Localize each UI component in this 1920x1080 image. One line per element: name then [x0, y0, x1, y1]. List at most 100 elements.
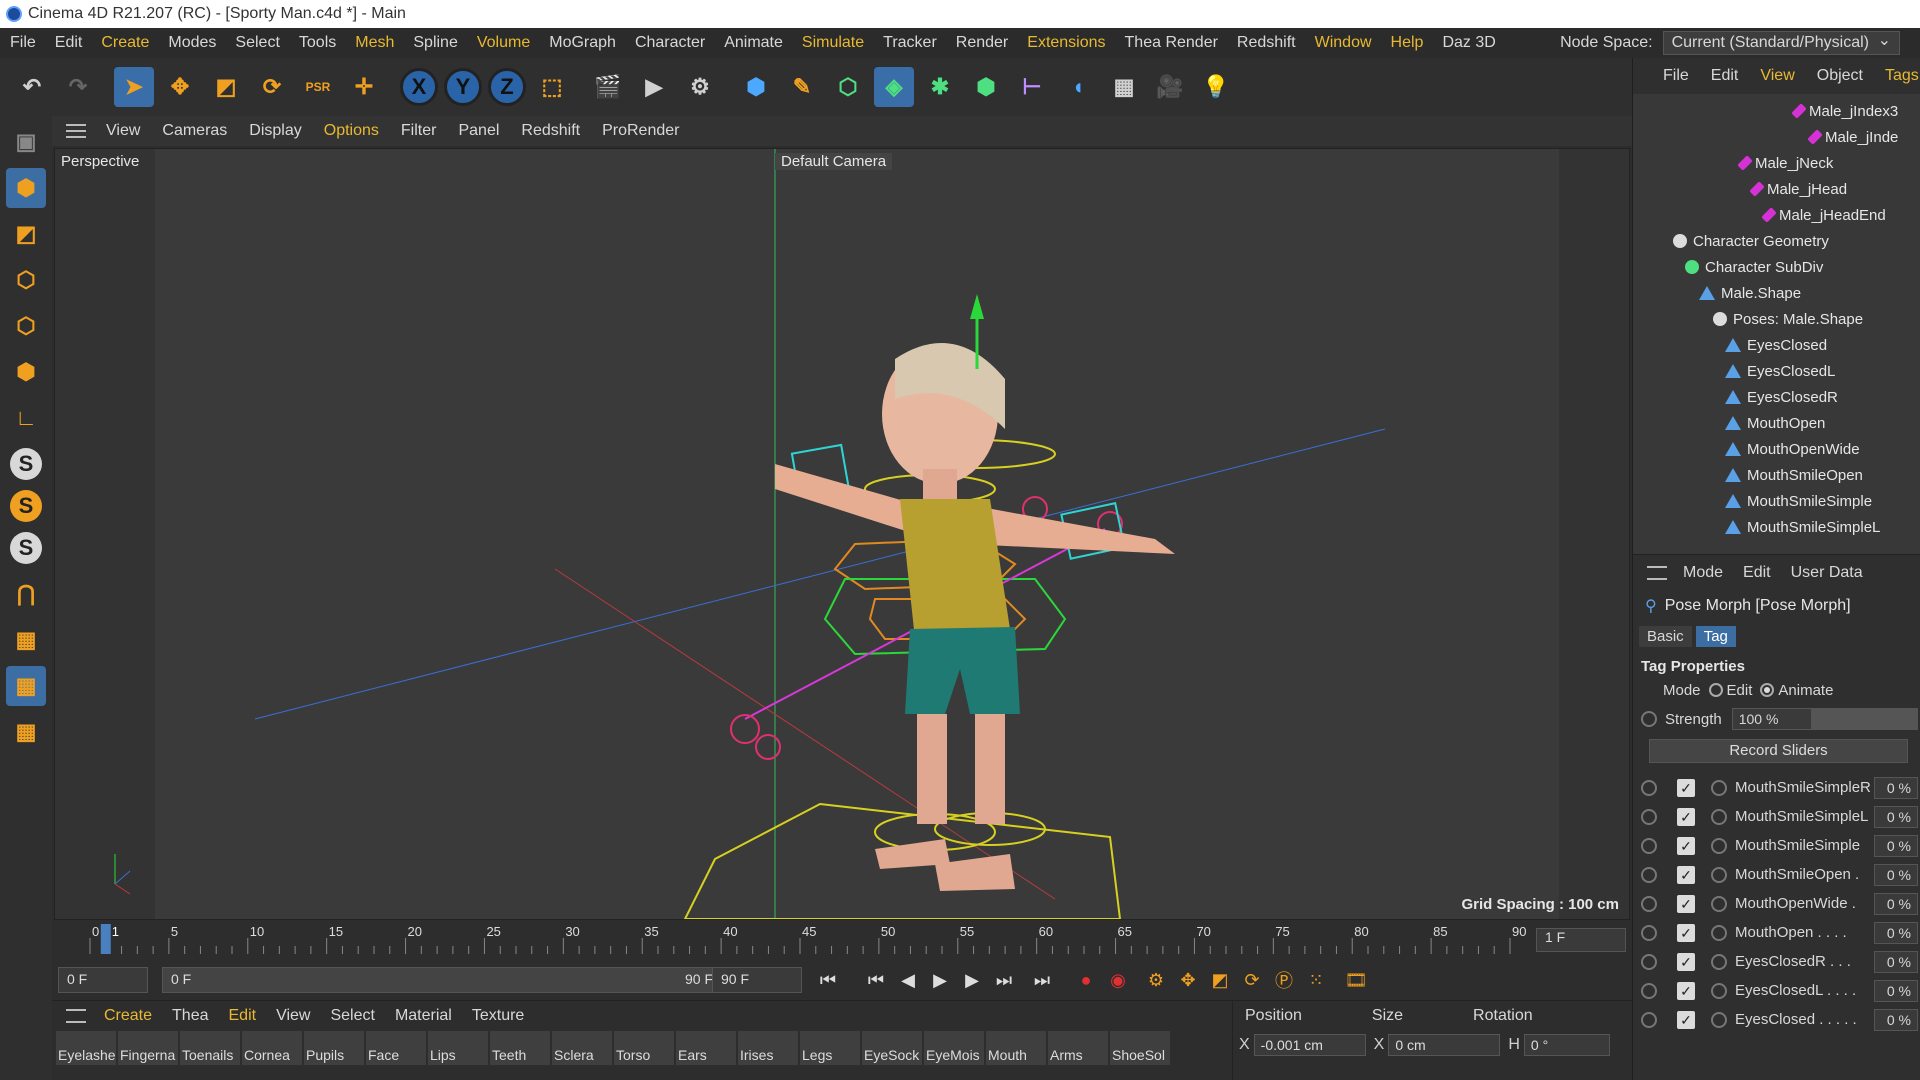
- menu-animate[interactable]: Animate: [724, 34, 783, 52]
- tree-item[interactable]: MouthSmileSimpleL: [1725, 514, 1880, 540]
- morph-enable-checkbox[interactable]: ✓: [1677, 836, 1695, 855]
- menu-window[interactable]: Window: [1315, 34, 1372, 52]
- morph-key-dot-icon[interactable]: [1711, 808, 1727, 825]
- morph-strength-field[interactable]: 0 %: [1874, 805, 1918, 828]
- z-axis-lock-button[interactable]: Z: [488, 68, 526, 106]
- material-swatch[interactable]: EyeMois: [924, 1031, 984, 1065]
- material-menu-create[interactable]: Create: [104, 1007, 152, 1025]
- morph-strength-field[interactable]: 0 %: [1874, 863, 1918, 886]
- material-swatch[interactable]: Eyelashe: [56, 1031, 116, 1065]
- next-key-icon[interactable]: ⏭: [990, 966, 1018, 994]
- morph-key-dot-icon[interactable]: [1711, 779, 1727, 796]
- material-menu-edit[interactable]: Edit: [229, 1007, 257, 1025]
- tree-item[interactable]: EyesClosedL: [1725, 358, 1835, 384]
- om-menu-edit[interactable]: Edit: [1711, 67, 1739, 85]
- morph-anim-dot-icon[interactable]: [1641, 924, 1657, 941]
- menu-daz-3d[interactable]: Daz 3D: [1442, 34, 1495, 52]
- morph-key-dot-icon[interactable]: [1711, 953, 1727, 970]
- morph-anim-dot-icon[interactable]: [1641, 837, 1657, 854]
- node-space-dropdown[interactable]: Current (Standard/Physical): [1662, 30, 1900, 55]
- morph-strength-field[interactable]: 0 %: [1874, 834, 1918, 857]
- x-position-field[interactable]: -0.001 cm: [1253, 1034, 1366, 1056]
- next-frame-icon[interactable]: ▶: [958, 966, 986, 994]
- polygons-mode-icon[interactable]: ⬢: [6, 352, 46, 392]
- morph-strength-field[interactable]: 0 %: [1874, 979, 1918, 1002]
- workplane-icon[interactable]: ▦: [6, 620, 46, 660]
- material-menu-view[interactable]: View: [276, 1007, 310, 1025]
- material-swatch[interactable]: Sclera: [552, 1031, 612, 1065]
- hamburger-icon[interactable]: [1647, 565, 1667, 580]
- snap-magnet-icon[interactable]: ⋂: [6, 574, 46, 614]
- select-tool-icon[interactable]: ➤: [114, 67, 154, 107]
- material-swatch[interactable]: Ears: [676, 1031, 736, 1065]
- render-picture-viewer-icon[interactable]: ▶: [634, 67, 674, 107]
- viewport-menu-panel[interactable]: Panel: [458, 122, 499, 140]
- material-swatch[interactable]: Torso: [614, 1031, 674, 1065]
- preview-range-slider[interactable]: 0 F 90 F: [162, 967, 722, 993]
- material-swatch[interactable]: Irises: [738, 1031, 798, 1065]
- tab-tag[interactable]: Tag: [1695, 625, 1736, 647]
- camera-icon[interactable]: 🎥: [1150, 67, 1190, 107]
- morph-strength-field[interactable]: 0 %: [1874, 950, 1918, 973]
- material-menu-material[interactable]: Material: [395, 1007, 452, 1025]
- material-menu-texture[interactable]: Texture: [472, 1007, 524, 1025]
- morph-anim-dot-icon[interactable]: [1641, 982, 1657, 999]
- morph-anim-dot-icon[interactable]: [1641, 1011, 1657, 1028]
- om-menu-object[interactable]: Object: [1817, 67, 1863, 85]
- morph-key-dot-icon[interactable]: [1711, 924, 1727, 941]
- render-settings-icon[interactable]: ⚙: [680, 67, 720, 107]
- menu-spline[interactable]: Spline: [413, 34, 457, 52]
- hamburger-icon[interactable]: [66, 1009, 86, 1023]
- morph-key-dot-icon[interactable]: [1711, 866, 1727, 883]
- prev-key-icon[interactable]: ⏮: [862, 966, 890, 994]
- material-swatch[interactable]: Mouth: [986, 1031, 1046, 1065]
- menu-tracker[interactable]: Tracker: [883, 34, 937, 52]
- viewport-camera-label[interactable]: Default Camera: [775, 153, 893, 170]
- prev-frame-icon[interactable]: ◀: [894, 966, 922, 994]
- menu-tools[interactable]: Tools: [299, 34, 336, 52]
- floor-icon[interactable]: ▦: [1104, 67, 1144, 107]
- mograph-icon[interactable]: ⬢: [966, 67, 1006, 107]
- tree-item[interactable]: Male_jHead: [1749, 176, 1847, 202]
- tree-item[interactable]: MouthOpenWide: [1725, 436, 1860, 462]
- tree-item[interactable]: Male_jNeck: [1737, 150, 1833, 176]
- morph-strength-field[interactable]: 0 %: [1874, 892, 1918, 915]
- cloner-icon[interactable]: ✱: [920, 67, 960, 107]
- menu-mesh[interactable]: Mesh: [355, 34, 394, 52]
- cube-primitive-icon[interactable]: ⬢: [736, 67, 776, 107]
- viewport-perspective[interactable]: Perspective Default Camera Grid Spacing …: [54, 148, 1630, 920]
- tree-item[interactable]: MouthSmileOpen: [1725, 462, 1863, 488]
- material-swatch[interactable]: Face: [366, 1031, 426, 1065]
- morph-enable-checkbox[interactable]: ✓: [1677, 865, 1695, 884]
- morph-enable-checkbox[interactable]: ✓: [1677, 894, 1695, 913]
- om-menu-tags[interactable]: Tags: [1885, 67, 1919, 85]
- texture-mode-icon[interactable]: ◩: [6, 214, 46, 254]
- morph-anim-dot-icon[interactable]: [1641, 953, 1657, 970]
- morph-strength-field[interactable]: 0 %: [1874, 776, 1918, 799]
- tree-item[interactable]: EyesClosedR: [1725, 384, 1838, 410]
- viewport-menu-prorender[interactable]: ProRender: [602, 122, 679, 140]
- mode-animate-radio[interactable]: [1760, 683, 1775, 697]
- move-tool-icon[interactable]: ✥: [160, 67, 200, 107]
- min-frame-field[interactable]: 0 F: [58, 967, 148, 993]
- undo-icon[interactable]: ↶: [12, 67, 52, 107]
- am-menu-mode[interactable]: Mode: [1683, 564, 1723, 582]
- mode-edit-radio[interactable]: [1708, 683, 1723, 697]
- edges-mode-icon[interactable]: ⬡: [6, 306, 46, 346]
- tree-item[interactable]: Character Geometry: [1673, 228, 1829, 254]
- strength-slider[interactable]: [1811, 708, 1918, 730]
- morph-enable-checkbox[interactable]: ✓: [1677, 807, 1695, 826]
- model-mode-icon[interactable]: ⬢: [6, 168, 46, 208]
- menu-thea-render[interactable]: Thea Render: [1125, 34, 1218, 52]
- play-icon[interactable]: ▶: [926, 966, 954, 994]
- h-rotation-field[interactable]: 0 °: [1523, 1034, 1610, 1056]
- morph-key-dot-icon[interactable]: [1711, 1011, 1727, 1028]
- strength-field[interactable]: 100 %: [1731, 708, 1812, 730]
- axis-mode-icon[interactable]: ∟: [6, 398, 46, 438]
- timeline-window-icon[interactable]: 🎞: [1342, 966, 1370, 994]
- transform-tool-icon[interactable]: ✛: [344, 67, 384, 107]
- keyframe-selection-icon[interactable]: ⚙: [1142, 966, 1170, 994]
- viewport-menu-display[interactable]: Display: [249, 122, 301, 140]
- solo-off-icon[interactable]: S: [10, 448, 42, 480]
- material-menu-select[interactable]: Select: [330, 1007, 374, 1025]
